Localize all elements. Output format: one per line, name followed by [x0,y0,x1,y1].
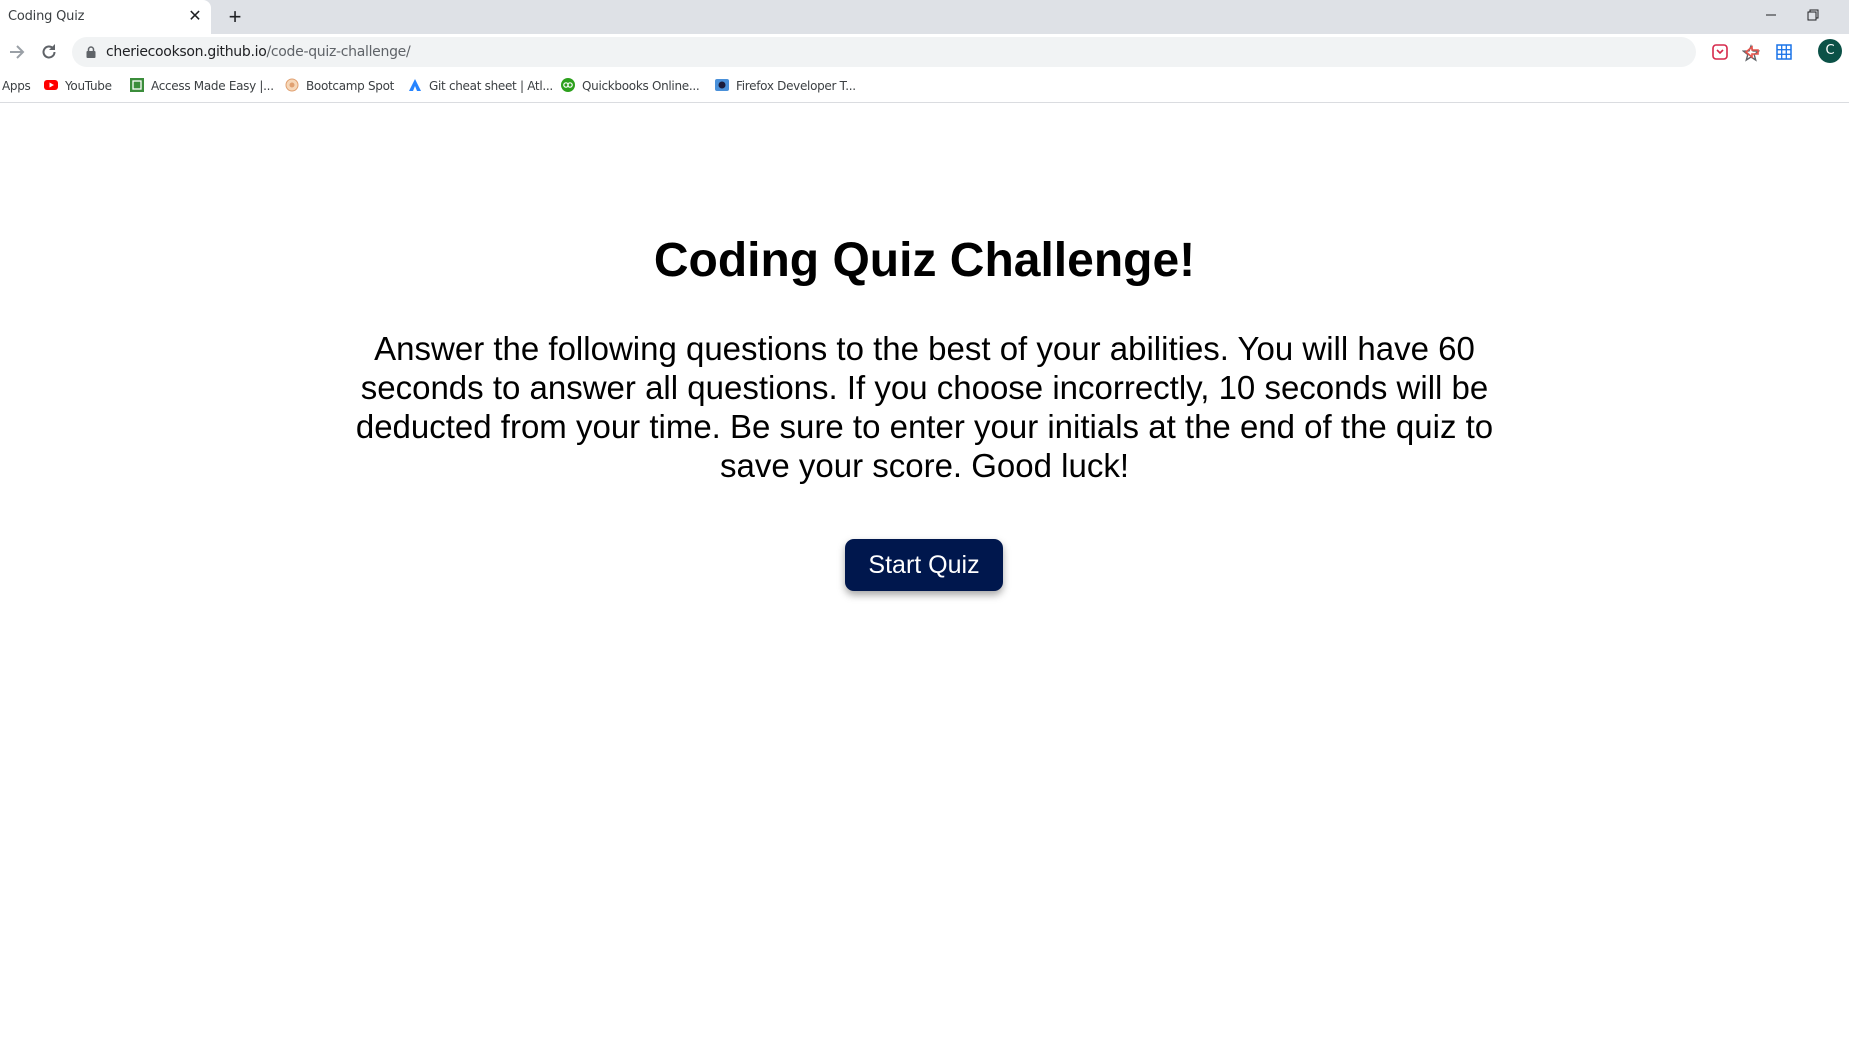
start-quiz-button[interactable]: Start Quiz [845,539,1003,591]
lock-icon[interactable] [84,45,98,59]
bookmark-git-cheat-sheet[interactable]: Git cheat sheet | Atl... [408,77,553,95]
quiz-instructions: Answer the following questions to the be… [355,330,1494,484]
bookmark-firefox-developer[interactable]: Firefox Developer T... [715,77,856,95]
minimize-icon[interactable] [1760,4,1782,26]
atlassian-icon [409,79,421,91]
bookmark-apps[interactable]: Apps [2,77,31,95]
close-tab-icon[interactable]: ✕ [186,8,204,26]
bookmark-label: Quickbooks Online... [582,79,700,93]
browser-toolbar: cheriecookson.github.io/code-quiz-challe… [0,34,1849,70]
bookmark-bootcamp-spot[interactable]: Bootcamp Spot [285,77,394,95]
profile-avatar[interactable]: C [1818,39,1842,63]
bookmarks-bar: Apps YouTube Access Made Easy |... Bootc… [0,70,1849,103]
firefox-developer-icon [715,79,729,91]
forward-arrow-icon[interactable] [6,41,28,63]
bookmark-label: Access Made Easy |... [151,79,274,93]
grid-extension-icon[interactable] [1775,43,1793,61]
bookmark-youtube[interactable]: YouTube [44,77,112,95]
new-tab-icon[interactable]: + [224,6,246,28]
tab-strip: Coding Quiz ✕ + [0,0,1849,34]
bookmark-label: Apps [2,79,31,93]
bookmark-label: Bootcamp Spot [306,79,395,93]
bootcamp-spot-icon [285,78,299,92]
bookmark-label: Firefox Developer T... [736,79,856,93]
tab-title: Coding Quiz [8,9,85,24]
tab-coding-quiz[interactable]: Coding Quiz ✕ [0,0,211,34]
bookmark-quickbooks[interactable]: Quickbooks Online... [561,77,700,95]
quickbooks-icon [561,78,575,92]
restore-icon[interactable] [1802,4,1824,26]
bookmark-access-made-easy[interactable]: Access Made Easy |... [130,77,274,95]
youtube-icon [44,80,58,90]
url-host: cheriecookson.github.io [106,44,267,60]
pocket-extension-icon[interactable] [1711,43,1729,61]
bookmark-label: YouTube [65,79,112,93]
reload-icon[interactable] [38,41,60,63]
url-path: /code-quiz-challenge/ [266,44,411,60]
page-content: Coding Quiz Challenge! Answer the follow… [0,103,1849,1040]
url-text[interactable]: cheriecookson.github.io/code-quiz-challe… [106,44,411,60]
access-made-easy-icon [130,78,144,92]
share-extension-icon[interactable] [1743,43,1761,61]
bookmark-label: Git cheat sheet | Atl... [429,79,553,93]
browser-window: Coding Quiz ✕ + cheriecookson.github.io/… [0,0,1849,1040]
page-title: Coding Quiz Challenge! [653,234,1196,287]
address-bar[interactable]: cheriecookson.github.io/code-quiz-challe… [72,37,1760,67]
